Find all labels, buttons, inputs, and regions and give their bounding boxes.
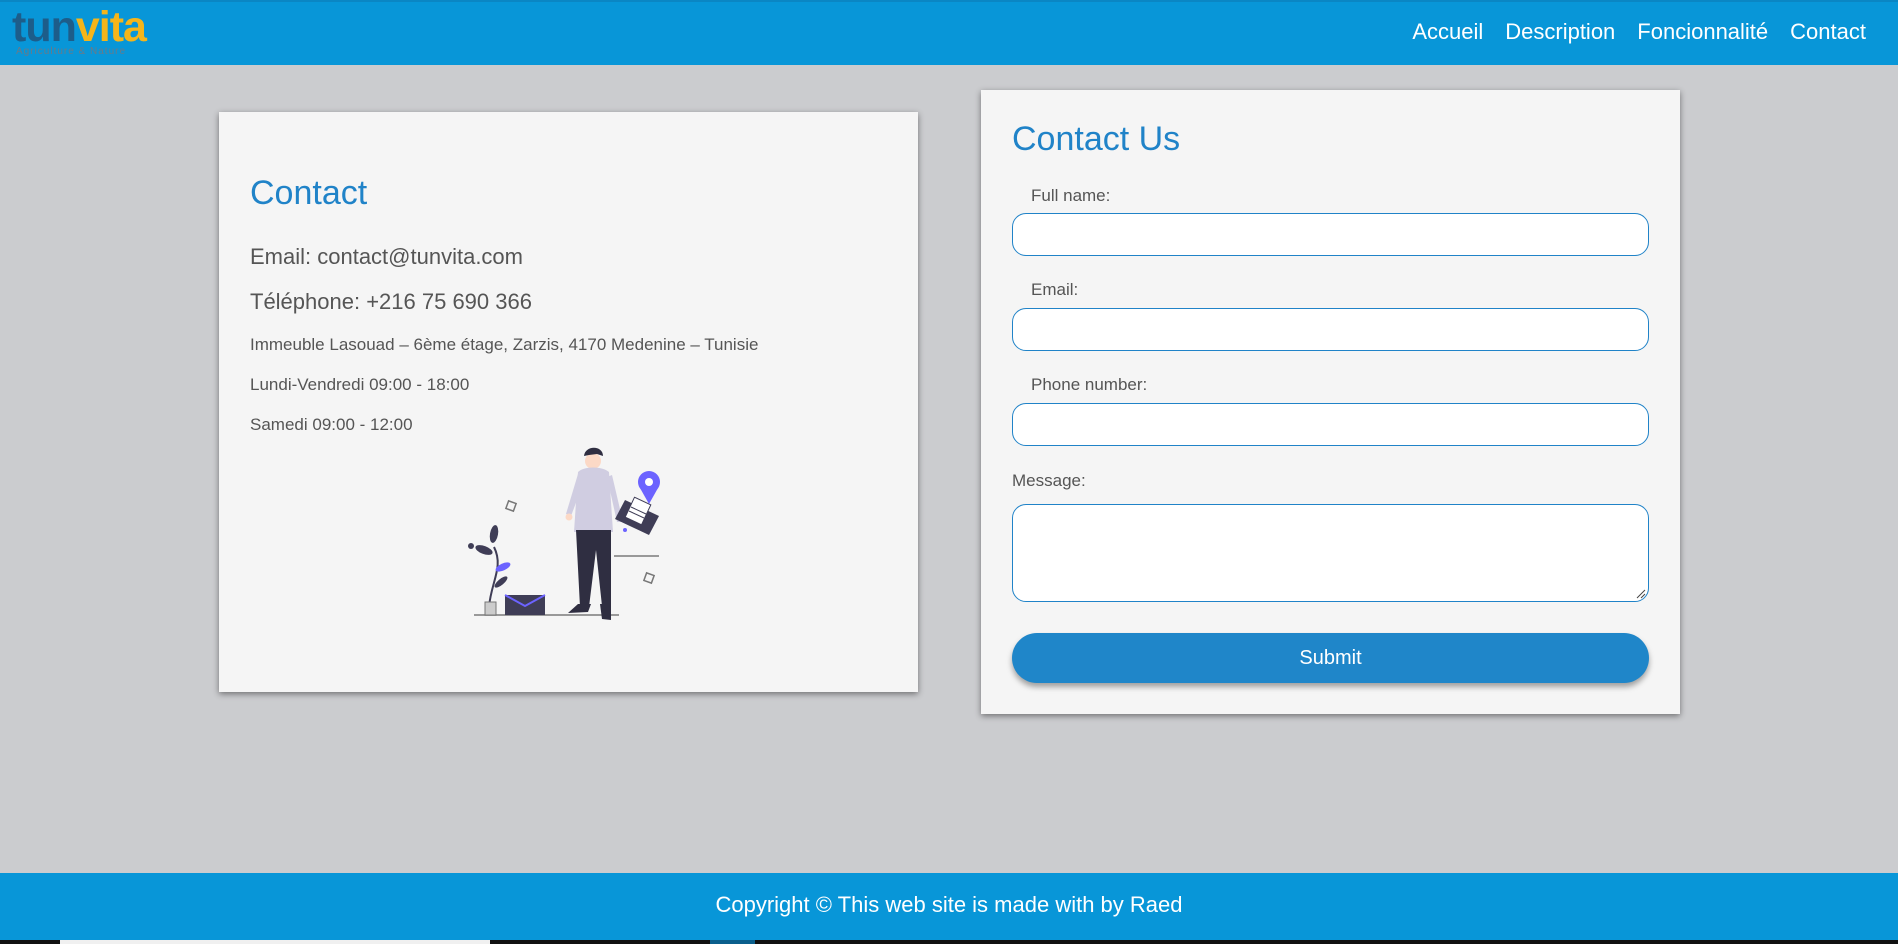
tunvita-logo[interactable]: tunvita Agriculture & Nature: [10, 4, 185, 60]
phone-label: Phone number:: [1031, 375, 1148, 394]
nav-foncionnalite[interactable]: Foncionnalité: [1637, 18, 1768, 46]
nav-description[interactable]: Description: [1505, 18, 1615, 46]
email-input[interactable]: [1012, 308, 1649, 351]
fullname-input[interactable]: [1012, 213, 1649, 256]
footer-copyright: Copyright © This web site is made with b…: [715, 892, 1183, 917]
logo-text-tun: tun: [12, 3, 77, 51]
message-textarea[interactable]: [1012, 504, 1649, 602]
main-nav: Accueil Description Foncionnalité Contac…: [1412, 18, 1866, 46]
message-label: Message:: [1012, 471, 1086, 490]
submit-button[interactable]: Submit: [1012, 633, 1649, 683]
fullname-label: Full name:: [1031, 186, 1111, 205]
site-header: tunvita Agriculture & Nature Accueil Des…: [0, 0, 1898, 65]
contact-title: Contact: [250, 174, 368, 212]
contact-info-card: Contact Email: contact@tunvita.com Télép…: [219, 112, 918, 692]
resize-grip-icon[interactable]: [1636, 589, 1646, 599]
taskbar-segment-accent: [710, 940, 755, 944]
nav-accueil[interactable]: Accueil: [1412, 18, 1483, 46]
logo-wordmark: tunvita: [12, 3, 147, 51]
footer-bottom-strip: [0, 940, 1898, 944]
site-footer: Copyright © This web site is made with b…: [0, 873, 1898, 944]
logo-text-vita: vita: [75, 3, 147, 51]
nav-contact[interactable]: Contact: [1790, 18, 1866, 46]
contact-illustration: [468, 447, 660, 620]
contact-phone: Téléphone: +216 75 690 366: [250, 289, 532, 314]
contact-hours-saturday: Samedi 09:00 - 12:00: [250, 415, 413, 434]
contact-hours-weekdays: Lundi-Vendredi 09:00 - 18:00: [250, 375, 470, 394]
contact-form-card: Contact Us Full name: Email: Phone numbe…: [981, 90, 1680, 714]
email-label: Email:: [1031, 280, 1079, 299]
contact-us-title: Contact Us: [1012, 120, 1181, 158]
logo-tagline: Agriculture & Nature: [16, 46, 127, 57]
contact-email: Email: contact@tunvita.com: [250, 244, 523, 269]
taskbar-segment: [60, 940, 490, 944]
contact-address: Immeuble Lasouad – 6ème étage, Zarzis, 4…: [250, 335, 759, 354]
phone-input[interactable]: [1012, 403, 1649, 446]
